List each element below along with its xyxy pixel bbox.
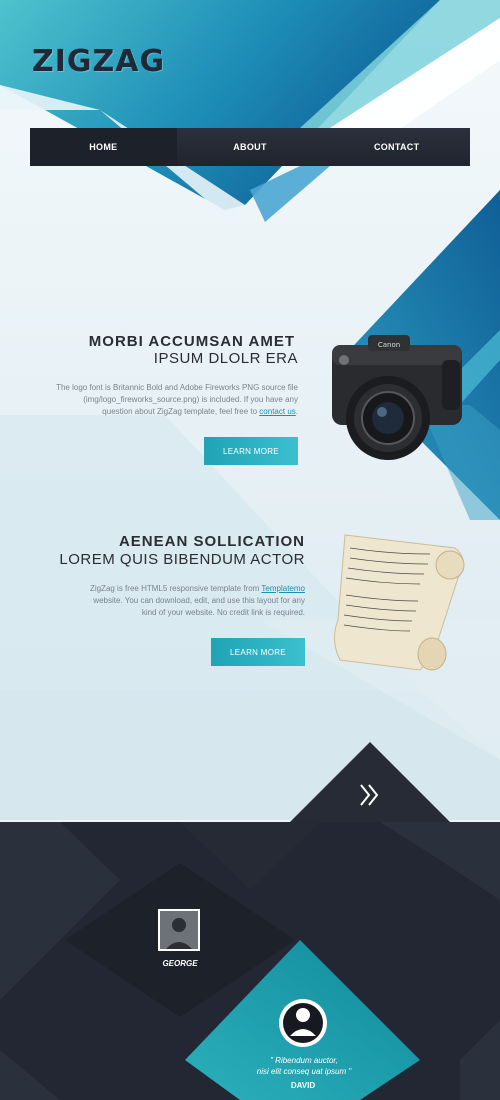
nav-contact[interactable]: CONTACT — [323, 128, 470, 166]
feature2-learn-more-button[interactable]: LEARN MORE — [211, 638, 305, 666]
contact-us-link[interactable]: contact us — [259, 407, 295, 416]
feature1-title: MORBI ACCUMSAN AMET — [88, 333, 295, 350]
member2-name: DAVID — [290, 1081, 316, 1090]
scroll-image — [334, 534, 465, 671]
member1-avatar — [158, 909, 200, 951]
feature1-learn-more-button[interactable]: LEARN MORE — [204, 437, 298, 465]
nav-about[interactable]: ABOUT — [177, 128, 324, 166]
main-nav: HOME ABOUT CONTACT — [30, 128, 470, 166]
member2-avatar — [279, 999, 327, 1047]
feature1-text: The logo font is Britannic Bold and Adob… — [56, 383, 298, 416]
feature2-subtitle: LOREM QUIS BIBENDUM ACTOR — [59, 551, 305, 568]
templatemo-link[interactable]: Templatemo — [261, 584, 305, 593]
double-chevron-right-icon[interactable] — [355, 780, 385, 810]
feature1-subtitle: IPSUM DLOLR ERA — [153, 350, 298, 367]
nav-home[interactable]: HOME — [30, 128, 177, 166]
svg-text:Canon: Canon — [378, 341, 400, 349]
logo[interactable]: ZIGZAG — [32, 44, 165, 79]
member2-quote: " Ribendum auctor, nisi elit conseq uat … — [256, 1056, 352, 1076]
feature2-text: ZigZag is free HTML5 responsive template… — [89, 584, 305, 617]
feature2-title: AENEAN SOLLICATION — [118, 533, 305, 550]
member1-name: GEORGE — [162, 959, 198, 968]
